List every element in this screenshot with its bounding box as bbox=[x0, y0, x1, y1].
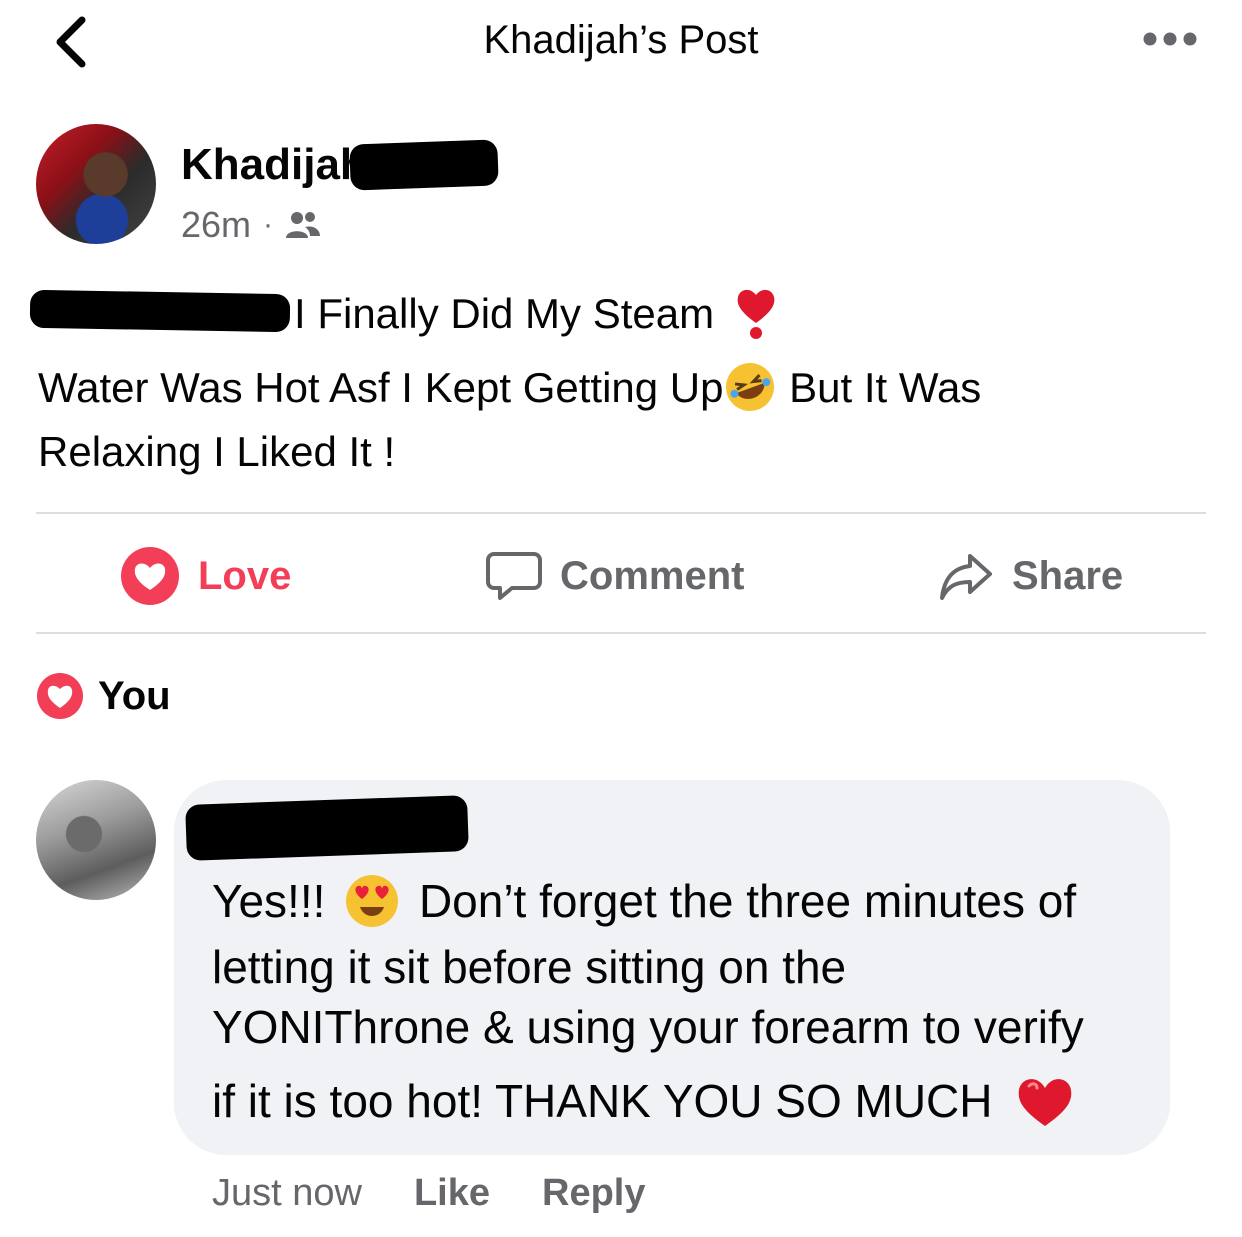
reactions-summary[interactable]: You bbox=[36, 672, 171, 720]
comment-icon bbox=[486, 552, 542, 600]
post-text-line: Water Was Hot Asf I Kept Getting Up But … bbox=[38, 362, 981, 414]
comment-timestamp: Just now bbox=[212, 1172, 362, 1214]
comment-actions: Just now Like Reply bbox=[212, 1172, 646, 1215]
divider bbox=[36, 512, 1206, 514]
heart-exclamation-emoji-icon bbox=[737, 289, 775, 339]
love-button[interactable]: Love bbox=[120, 542, 291, 610]
redaction-mark bbox=[349, 139, 499, 191]
share-label: Share bbox=[1012, 553, 1124, 598]
page-title: Khadijah’s Post bbox=[483, 18, 759, 62]
share-button[interactable]: Share bbox=[938, 542, 1123, 610]
love-label: Love bbox=[198, 553, 292, 598]
comment-text-line: YONIThrone & using your forearm to verif… bbox=[212, 1001, 1084, 1053]
red-heart-emoji-icon bbox=[1018, 1078, 1072, 1126]
more-dots-icon bbox=[1143, 32, 1197, 46]
author-avatar[interactable] bbox=[36, 124, 156, 244]
heart-eyes-emoji-icon bbox=[346, 874, 399, 927]
share-arrow-icon bbox=[940, 554, 992, 600]
author-name[interactable]: Khadijah bbox=[181, 140, 367, 190]
love-reaction-icon bbox=[37, 673, 83, 719]
comment-like-button[interactable]: Like bbox=[414, 1172, 490, 1215]
redaction-mark bbox=[185, 795, 469, 861]
post-meta: 26m · bbox=[181, 204, 321, 246]
comment-text-line: letting it sit before sitting on the bbox=[212, 941, 847, 993]
love-reaction-icon bbox=[121, 547, 179, 605]
more-options-button[interactable] bbox=[1140, 26, 1200, 52]
post-text-line: Relaxing I Liked It ! bbox=[38, 428, 396, 475]
comment-button[interactable]: Comment bbox=[486, 542, 744, 610]
divider bbox=[36, 632, 1206, 634]
post-page: Khadijah’s Post Khadijah 26m · I Finally… bbox=[0, 0, 1242, 1237]
post-text-line: I Finally Did My Steam bbox=[294, 289, 778, 341]
friends-icon bbox=[286, 212, 321, 238]
comment-text-line: if it is too hot! THANK YOU SO MUCH bbox=[212, 1074, 1075, 1130]
reactor-name: You bbox=[98, 673, 171, 718]
comment-label: Comment bbox=[560, 553, 745, 598]
meta-separator: · bbox=[263, 208, 274, 241]
redaction-mark bbox=[29, 289, 291, 333]
comment-reply-button[interactable]: Reply bbox=[542, 1172, 645, 1215]
top-bar: Khadijah’s Post bbox=[0, 0, 1242, 84]
post-timestamp[interactable]: 26m bbox=[181, 204, 251, 246]
commenter-avatar[interactable] bbox=[36, 780, 156, 900]
comment-text-line: Yes!!! Don’t forget the three minutes of bbox=[212, 874, 1076, 929]
rofl-emoji-icon bbox=[726, 362, 775, 411]
